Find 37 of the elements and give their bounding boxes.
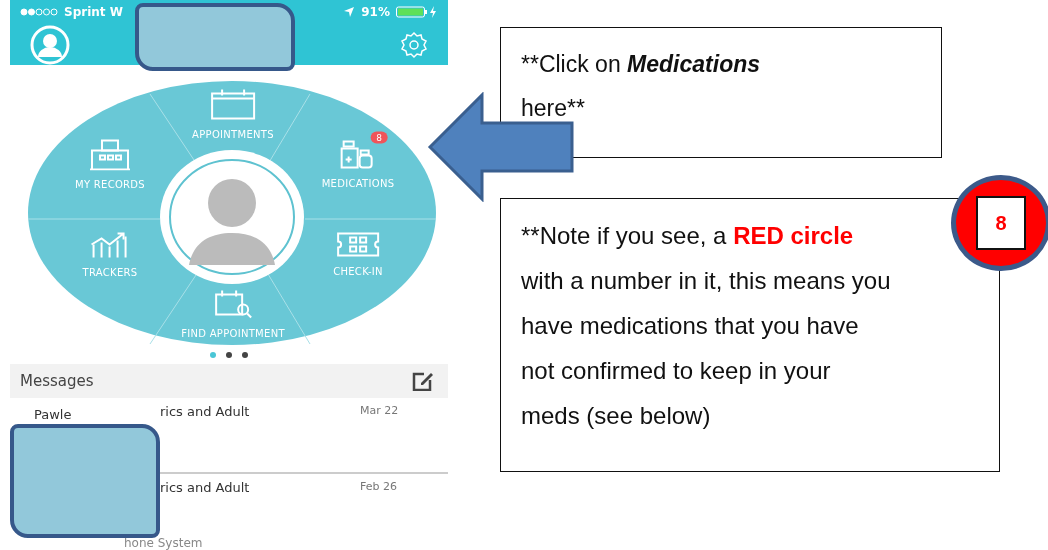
calendar-search-icon	[214, 289, 252, 320]
medicine-bottles-icon	[340, 139, 376, 170]
menu-item[interactable]: FIND APPOINTMENT	[177, 279, 289, 339]
callout-text: **Click on Medications here**	[521, 50, 762, 123]
menu-item[interactable]: TRACKERS	[78, 220, 142, 278]
menu-label: CHECK-IN	[333, 265, 383, 277]
compose-icon[interactable]	[412, 371, 434, 392]
sender-name: Pawle	[34, 407, 72, 422]
menu-label: MEDICATIONS	[321, 177, 395, 189]
hospital-icon	[90, 138, 130, 171]
sender-name: rics and Adult	[160, 480, 251, 497]
menu-label: TRACKERS	[82, 266, 138, 278]
carrier-name: Sprint W	[64, 5, 123, 19]
ticket-icon	[336, 231, 380, 258]
location-arrow-icon	[343, 6, 356, 18]
battery-percent: 91%	[361, 5, 390, 19]
menu-label: APPOINTMENTS	[192, 128, 274, 140]
menu-label: FIND APPOINTMENT	[181, 327, 285, 339]
menu-item[interactable]: MY RECORDS	[71, 128, 149, 190]
page-dot[interactable]	[226, 352, 232, 359]
callout-text: **Note if you see, a RED circle with a number in it, this means you have medications that you have not confirmed to keep in your meds (see below)	[521, 221, 892, 431]
message-date: Mar 22	[360, 404, 400, 419]
menu-label: MY RECORDS	[75, 178, 145, 190]
badge-number: 8	[976, 196, 1026, 250]
message-preview: hone System	[123, 535, 204, 550]
signal-dots-icon	[20, 8, 58, 16]
chart-trend-icon	[90, 230, 130, 259]
message-date: Feb 26	[360, 480, 398, 495]
page-dot[interactable]	[242, 352, 248, 359]
sender-name: rics and Adult	[160, 404, 251, 421]
menu-item[interactable]: 8 MEDICATIONS	[317, 129, 399, 189]
battery-charging-icon	[396, 6, 438, 18]
page-dot[interactable]	[210, 352, 216, 359]
menu-item[interactable]: CHECK-IN	[329, 221, 387, 277]
messages-title: Messages	[20, 372, 94, 391]
menu-item[interactable]: APPOINTMENTS	[188, 78, 278, 140]
calendar-icon	[210, 88, 256, 121]
